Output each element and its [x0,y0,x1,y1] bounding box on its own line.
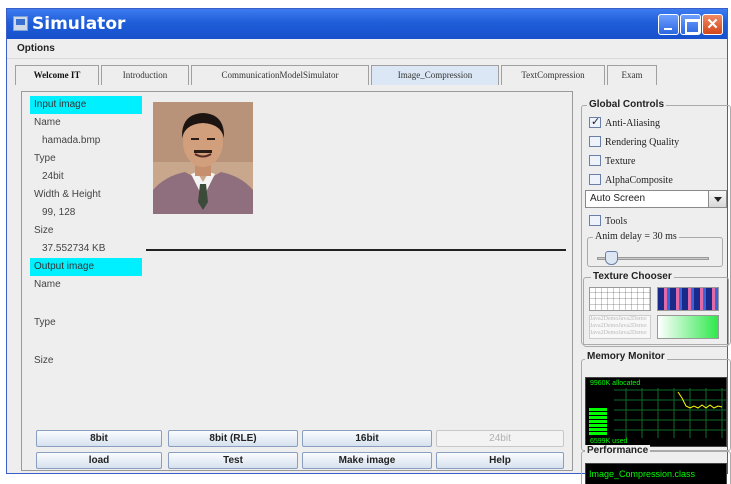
checkbox-icon [589,136,601,147]
alpha-composite-label: AlphaComposite [605,175,673,186]
texture-pattern-tile[interactable] [657,287,719,311]
make-image-button[interactable]: Make image [302,452,432,469]
image-info-column: Input image Name hamada.bmp Type 24bit W… [30,96,142,370]
texture-text-line: Java2Demo [590,323,619,329]
image-compression-panel: Input image Name hamada.bmp Type 24bit W… [21,91,573,471]
memory-graph [589,388,726,438]
output-name-label: Name [34,279,61,290]
input-image-header: Input image [30,96,142,114]
texture-text-line: Java2Demo [590,316,619,322]
texture-text-line: Java2Demo [618,316,647,322]
input-type-label: Type [34,153,56,164]
screen-select[interactable]: Auto Screen [585,190,727,208]
minimize-icon [659,15,678,34]
screen-select-value: Auto Screen [590,193,646,204]
anti-aliasing-checkbox[interactable]: Anti-Aliasing [589,115,660,131]
output-name-value [30,294,142,314]
minimize-button[interactable] [658,14,679,35]
close-icon: ✕ [706,16,719,33]
input-image-photo [153,102,253,214]
performance-text: Image_Compression.class [589,469,696,479]
checkbox-icon [589,155,601,166]
anti-aliasing-label: Anti-Aliasing [605,118,660,129]
texture-chooser-title: Texture Chooser [591,271,674,282]
performance-display: Image_Compression.class [585,463,727,484]
menu-options[interactable]: Options [17,43,55,54]
output-type-label: Type [34,317,56,328]
tools-label: Tools [605,216,628,227]
tab-exam[interactable]: Exam [607,65,657,85]
anim-delay-slider-thumb[interactable] [605,251,618,265]
maximize-icon [681,15,700,34]
anim-delay-label: Anim delay = 30 ms [593,231,679,242]
input-wh-value: 99, 128 [42,207,76,218]
16bit-button[interactable]: 16bit [302,430,432,447]
input-type-value: 24bit [42,171,64,182]
memory-used-text: 6599K used [590,438,628,445]
texture-text-line: Java2Demo [618,330,647,336]
texture-grid-tile[interactable] [589,287,651,311]
image-preview-area [146,96,566,414]
close-button[interactable]: ✕ [702,14,723,35]
memory-monitor-display: 9960K allocated 6599K used [585,377,727,447]
help-button[interactable]: Help [436,452,564,469]
tab-introduction[interactable]: Introduction [101,65,189,85]
texture-label: Texture [605,156,636,167]
rendering-quality-label: Rendering Quality [605,137,680,148]
24bit-button[interactable]: 24bit [436,430,564,447]
texture-text-tile[interactable]: Java2DemoJava2Demo Java2DemoJava2Demo Ja… [589,315,651,339]
load-button[interactable]: load [36,452,162,469]
8bit-button[interactable]: 8bit [36,430,162,447]
tools-checkbox[interactable]: Tools [589,215,627,229]
menu-bar: Options [7,39,727,59]
checkbox-checked-icon [589,115,601,128]
checkbox-icon [589,215,601,226]
test-button[interactable]: Test [168,452,298,469]
tab-communication-model-simulator[interactable]: CommunicationModelSimulator [191,65,369,85]
input-wh-label: Width & Height [34,189,101,200]
title-bar[interactable]: Simulator ✕ [7,9,727,39]
window-title: Simulator [32,14,126,34]
output-type-value [30,332,142,352]
global-controls-title: Global Controls [587,99,666,110]
input-size-label: Size [34,225,54,236]
chevron-down-icon[interactable] [708,191,726,207]
checkbox-icon [589,174,601,185]
input-size-value: 37.552734 KB [42,243,106,254]
output-size-label: Size [34,355,54,366]
texture-checkbox[interactable]: Texture [589,155,635,169]
tab-image-compression[interactable]: Image_Compression [371,65,499,85]
rendering-quality-checkbox[interactable]: Rendering Quality [589,136,679,150]
alpha-composite-checkbox[interactable]: AlphaComposite [589,174,673,188]
tab-text-compression[interactable]: TextCompression [501,65,605,85]
input-name-value: hamada.bmp [42,135,101,146]
preview-divider [146,249,566,251]
maximize-button[interactable] [680,14,701,35]
output-image-header: Output image [30,258,142,276]
simulator-window: Simulator ✕ Options Welcome IT Introduct… [6,8,731,484]
input-name-label: Name [34,117,61,128]
performance-title: Performance [585,445,651,456]
texture-gradient-tile[interactable] [657,315,719,339]
tab-welcome-it[interactable]: Welcome IT [15,65,99,85]
texture-text-line: Java2Demo [618,323,647,329]
texture-text-line: Java2Demo [590,330,619,336]
app-icon [13,16,28,31]
memory-monitor-title: Memory Monitor [585,351,667,362]
8bit-rle-button[interactable]: 8bit (RLE) [168,430,298,447]
